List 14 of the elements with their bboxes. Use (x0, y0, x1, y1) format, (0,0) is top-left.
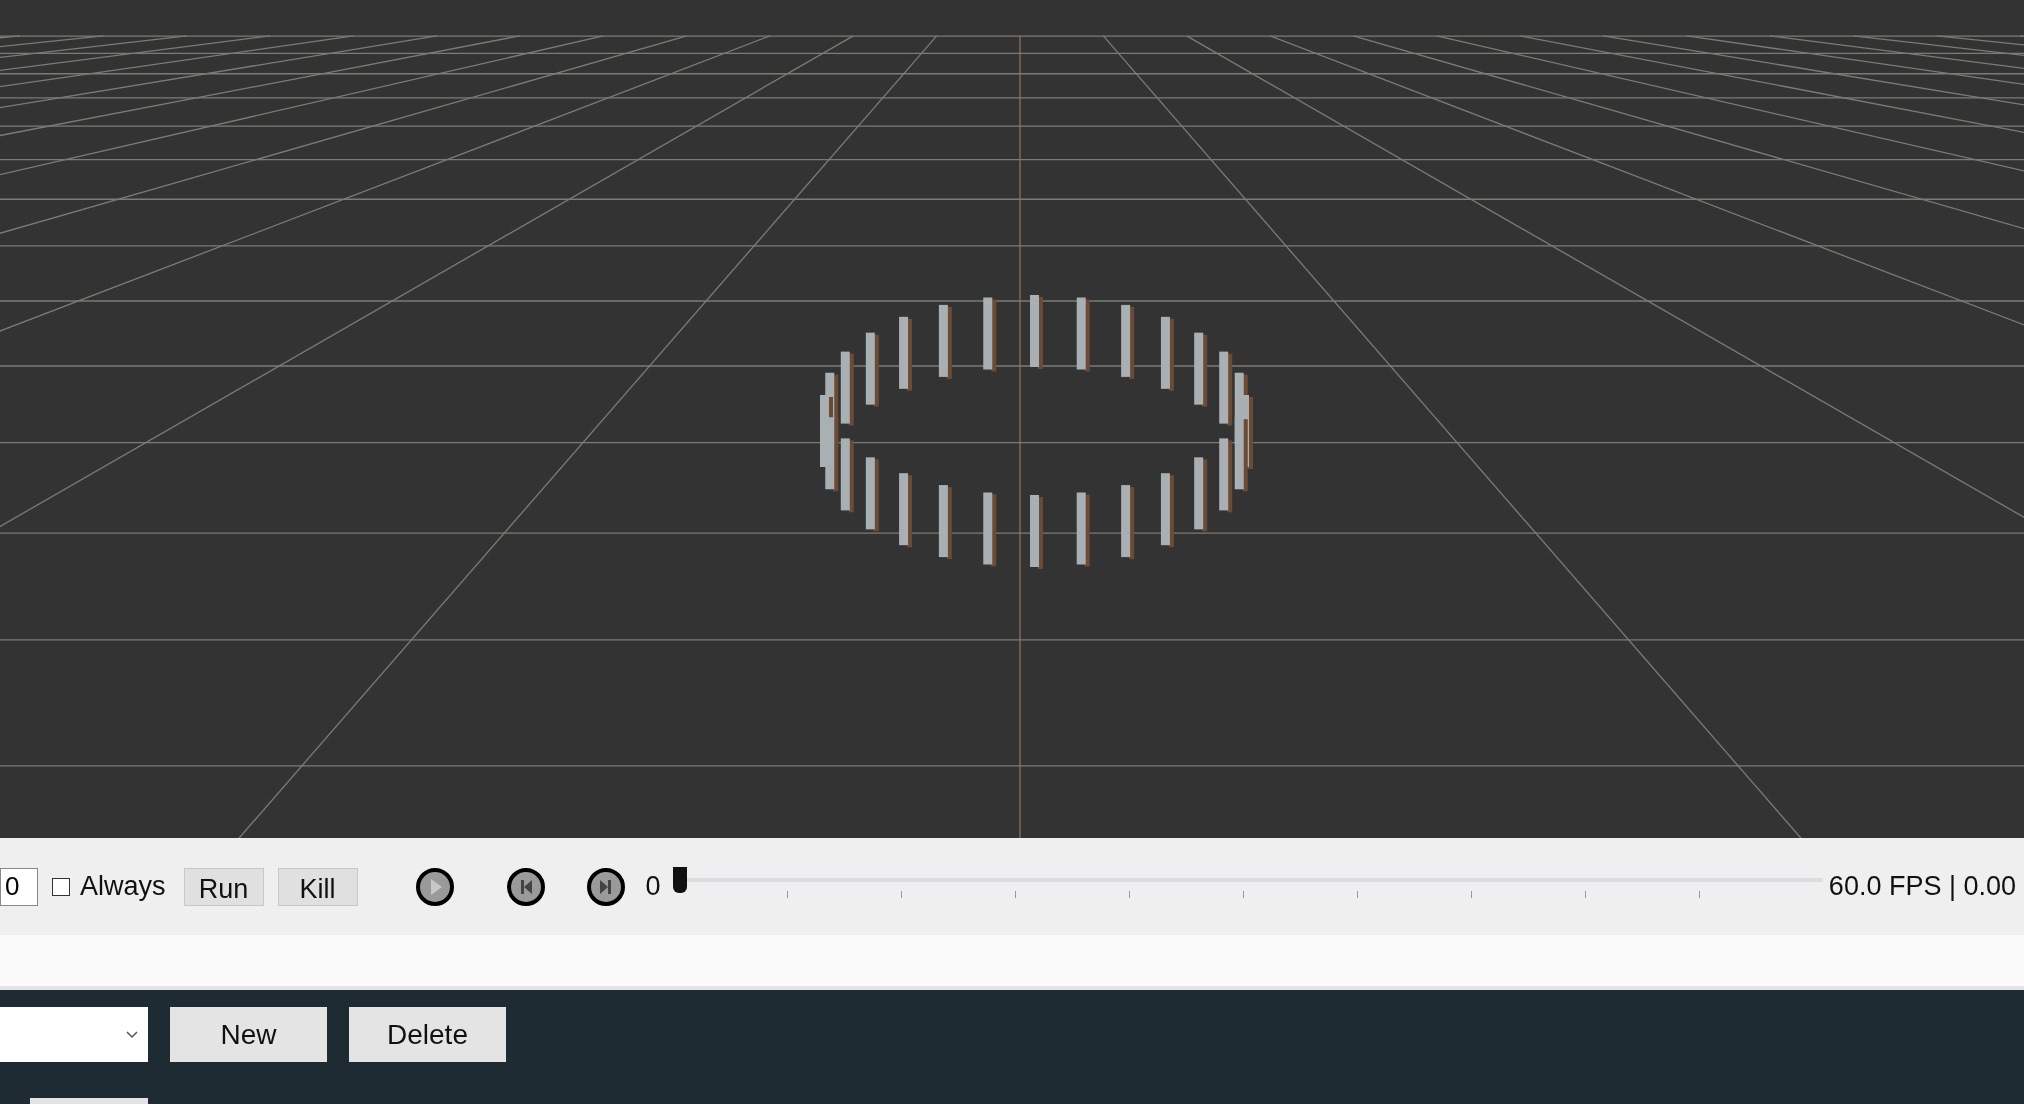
toolbar-button[interactable]: Run (183, 867, 264, 906)
toolbar-button[interactable]: Kill (277, 867, 358, 906)
panel-button[interactable]: New (170, 1007, 327, 1062)
always-checkbox[interactable] (52, 877, 70, 896)
step-forward-icon[interactable] (585, 866, 626, 907)
always-label: Always (80, 870, 166, 904)
frame-number: 0 (645, 870, 661, 904)
chevron-down-icon (126, 1030, 138, 1039)
step-back-icon[interactable] (505, 866, 546, 907)
frame-input-field[interactable]: 0 (0, 867, 38, 906)
play-icon[interactable] (414, 866, 455, 907)
fps-readout: 60.0 FPS | 0.00 (1828, 870, 2016, 904)
slider-thumb[interactable] (672, 866, 687, 893)
panel-button[interactable]: Delete (349, 1007, 506, 1062)
